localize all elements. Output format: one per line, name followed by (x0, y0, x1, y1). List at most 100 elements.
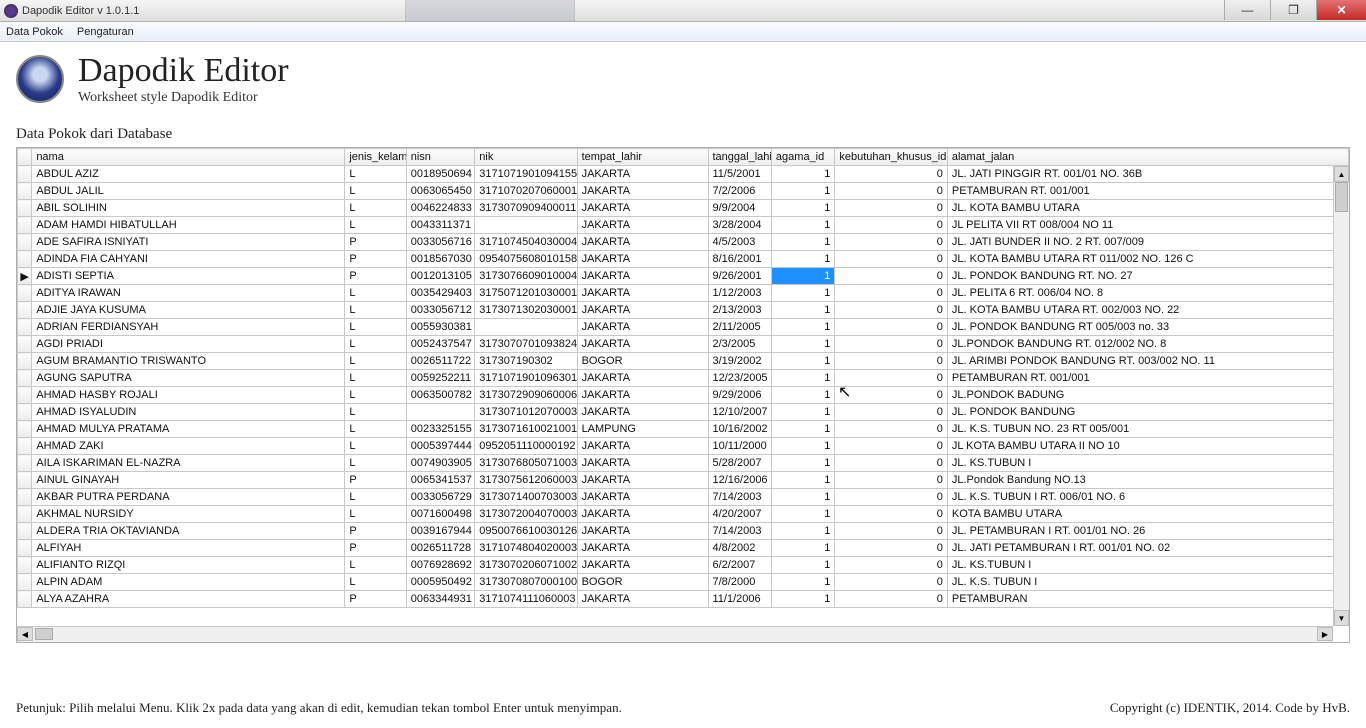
column-header-kebutuhan_khusus_id[interactable]: kebutuhan_khusus_id (835, 149, 948, 166)
cell-nik[interactable]: 3173076609010004 (475, 268, 577, 285)
cell-kebutuhan_khusus_id[interactable]: 0 (835, 336, 948, 353)
table-row[interactable]: ADAM HAMDI HIBATULLAHL0043311371JAKARTA3… (18, 217, 1349, 234)
cell-tempat_lahir[interactable]: JAKARTA (577, 489, 708, 506)
cell-alamat_jalan[interactable]: PETAMBURAN RT. 001/001 (947, 183, 1348, 200)
cell-agama_id[interactable]: 1 (771, 302, 834, 319)
cell-rowhdr[interactable] (18, 234, 32, 251)
cell-kebutuhan_khusus_id[interactable]: 0 (835, 387, 948, 404)
cell-rowhdr[interactable] (18, 251, 32, 268)
cell-jenis_kelamin[interactable]: L (345, 438, 406, 455)
cell-tempat_lahir[interactable]: BOGOR (577, 353, 708, 370)
cell-nisn[interactable]: 0033056716 (406, 234, 475, 251)
cell-tanggal_lahir[interactable]: 7/14/2003 (708, 523, 771, 540)
table-row[interactable]: ALYA AZAHRAP00633449313171074111060003JA… (18, 591, 1349, 608)
cell-tanggal_lahir[interactable]: 12/23/2005 (708, 370, 771, 387)
cell-tanggal_lahir[interactable]: 4/8/2002 (708, 540, 771, 557)
cell-nisn[interactable]: 0065341537 (406, 472, 475, 489)
cell-jenis_kelamin[interactable]: L (345, 200, 406, 217)
cell-nik[interactable]: 3173071610021001 (475, 421, 577, 438)
cell-jenis_kelamin[interactable]: P (345, 472, 406, 489)
cell-agama_id[interactable]: 1 (771, 251, 834, 268)
cell-tanggal_lahir[interactable]: 12/16/2006 (708, 472, 771, 489)
cell-kebutuhan_khusus_id[interactable]: 0 (835, 489, 948, 506)
cell-rowhdr[interactable] (18, 285, 32, 302)
table-row[interactable]: ALPIN ADAML00059504923173070807000100BOG… (18, 574, 1349, 591)
cell-nisn[interactable]: 0052437547 (406, 336, 475, 353)
cell-agama_id[interactable]: 1 (771, 404, 834, 421)
cell-agama_id[interactable]: 1 (771, 523, 834, 540)
cell-nisn[interactable]: 0018567030 (406, 251, 475, 268)
cell-nama[interactable]: ADINDA FIA CAHYANI (32, 251, 345, 268)
cell-nama[interactable]: AHMAD ZAKI (32, 438, 345, 455)
cell-kebutuhan_khusus_id[interactable]: 0 (835, 234, 948, 251)
cell-rowhdr[interactable] (18, 183, 32, 200)
cell-jenis_kelamin[interactable]: L (345, 387, 406, 404)
cell-jenis_kelamin[interactable]: L (345, 489, 406, 506)
cell-rowhdr[interactable] (18, 319, 32, 336)
cell-tempat_lahir[interactable]: JAKARTA (577, 370, 708, 387)
cell-alamat_jalan[interactable]: JL. K.S. TUBUN I (947, 574, 1348, 591)
cell-tanggal_lahir[interactable]: 9/29/2006 (708, 387, 771, 404)
cell-jenis_kelamin[interactable]: L (345, 353, 406, 370)
cell-alamat_jalan[interactable]: JL. PETAMBURAN I RT. 001/01 NO. 26 (947, 523, 1348, 540)
cell-kebutuhan_khusus_id[interactable]: 0 (835, 251, 948, 268)
cell-alamat_jalan[interactable]: JL. KOTA BAMBU UTARA RT. 002/003 NO. 22 (947, 302, 1348, 319)
cell-tanggal_lahir[interactable]: 2/11/2005 (708, 319, 771, 336)
cell-alamat_jalan[interactable]: JL.PONDOK BANDUNG RT. 012/002 NO. 8 (947, 336, 1348, 353)
cell-kebutuhan_khusus_id[interactable]: 0 (835, 574, 948, 591)
cell-tempat_lahir[interactable]: JAKARTA (577, 319, 708, 336)
cell-kebutuhan_khusus_id[interactable]: 0 (835, 319, 948, 336)
cell-kebutuhan_khusus_id[interactable]: 0 (835, 217, 948, 234)
cell-jenis_kelamin[interactable]: L (345, 319, 406, 336)
table-row[interactable]: AGUNG SAPUTRAL00592522113171071901096301… (18, 370, 1349, 387)
cell-nisn[interactable]: 0046224833 (406, 200, 475, 217)
cell-tempat_lahir[interactable]: JAKARTA (577, 438, 708, 455)
cell-jenis_kelamin[interactable]: L (345, 370, 406, 387)
cell-nik[interactable]: 3171074111060003 (475, 591, 577, 608)
cell-nama[interactable]: ADISTI SEPTIA (32, 268, 345, 285)
cell-alamat_jalan[interactable]: JL.Pondok Bandung NO.13 (947, 472, 1348, 489)
cell-nama[interactable]: ADAM HAMDI HIBATULLAH (32, 217, 345, 234)
cell-tanggal_lahir[interactable]: 12/10/2007 (708, 404, 771, 421)
cell-kebutuhan_khusus_id[interactable]: 0 (835, 438, 948, 455)
cell-nik[interactable]: 3173076805071003 (475, 455, 577, 472)
cell-tanggal_lahir[interactable]: 2/13/2003 (708, 302, 771, 319)
cell-tempat_lahir[interactable]: JAKARTA (577, 302, 708, 319)
table-row[interactable]: AGUM BRAMANTIO TRISWANTOL002651172231730… (18, 353, 1349, 370)
horizontal-scrollbar[interactable]: ◀ ▶ (17, 626, 1333, 642)
table-row[interactable]: ALDERA TRIA OKTAVIANDAP00391679440950076… (18, 523, 1349, 540)
cell-nisn[interactable]: 0018950694 (406, 166, 475, 183)
cell-tempat_lahir[interactable]: JAKARTA (577, 183, 708, 200)
cell-kebutuhan_khusus_id[interactable]: 0 (835, 183, 948, 200)
cell-nisn[interactable]: 0055930381 (406, 319, 475, 336)
cell-rowhdr[interactable] (18, 370, 32, 387)
cell-nama[interactable]: ABDUL AZIZ (32, 166, 345, 183)
cell-nama[interactable]: ADRIAN FERDIANSYAH (32, 319, 345, 336)
cell-nisn[interactable] (406, 404, 475, 421)
cell-alamat_jalan[interactable]: JL.PONDOK BADUNG (947, 387, 1348, 404)
cell-rowhdr[interactable] (18, 489, 32, 506)
cell-jenis_kelamin[interactable]: L (345, 336, 406, 353)
cell-agama_id[interactable]: 1 (771, 319, 834, 336)
cell-nisn[interactable]: 0005397444 (406, 438, 475, 455)
cell-nik[interactable]: 3173070701093824 (475, 336, 577, 353)
cell-nisn[interactable]: 0063065450 (406, 183, 475, 200)
cell-rowhdr[interactable] (18, 387, 32, 404)
cell-rowhdr[interactable] (18, 557, 32, 574)
cell-nisn[interactable]: 0071600498 (406, 506, 475, 523)
table-row[interactable]: AHMAD HASBY ROJALIL006350078231730729090… (18, 387, 1349, 404)
cell-alamat_jalan[interactable]: JL. PONDOK BANDUNG (947, 404, 1348, 421)
cell-nama[interactable]: AHMAD MULYA PRATAMA (32, 421, 345, 438)
cell-kebutuhan_khusus_id[interactable]: 0 (835, 557, 948, 574)
cell-alamat_jalan[interactable]: JL. JATI BUNDER II NO. 2 RT. 007/009 (947, 234, 1348, 251)
cell-rowhdr[interactable] (18, 421, 32, 438)
cell-nik[interactable]: 3171070207060001 (475, 183, 577, 200)
maximize-button[interactable]: ❐ (1270, 0, 1316, 20)
cell-nik[interactable]: 3173071302030001 (475, 302, 577, 319)
cell-kebutuhan_khusus_id[interactable]: 0 (835, 506, 948, 523)
cell-nama[interactable]: ALDERA TRIA OKTAVIANDA (32, 523, 345, 540)
cell-tanggal_lahir[interactable]: 7/2/2006 (708, 183, 771, 200)
scroll-left-icon[interactable]: ◀ (17, 627, 33, 641)
vertical-scrollbar[interactable]: ▲ ▼ (1333, 166, 1349, 626)
minimize-button[interactable]: — (1224, 0, 1270, 20)
